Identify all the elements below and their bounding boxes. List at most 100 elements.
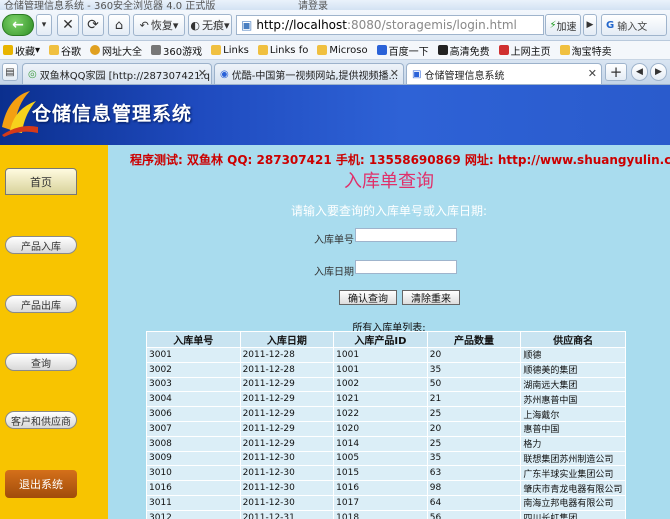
m-logo-icon (437, 45, 448, 55)
play-icon: ▶ (586, 20, 594, 30)
table-cell: 2011-12-30 (239, 494, 335, 511)
sidebar-item-query[interactable]: 查询 (5, 353, 77, 371)
bookmark-site-directory[interactable]: 网址大全 (90, 43, 142, 58)
restore-label: 恢复 (150, 19, 173, 32)
home-button[interactable]: ⌂ (108, 14, 130, 36)
bookmark-baidu[interactable]: 百度一下 (376, 43, 429, 58)
table-cell: 1002 (333, 376, 428, 393)
table-row: 3007 2011-12-29 1020 20 惠普中国 (146, 420, 626, 437)
table-cell: 3006 (146, 406, 241, 422)
table-cell: 56 (426, 509, 522, 519)
new-tab-button[interactable]: + (605, 63, 627, 81)
close-icon[interactable]: ✕ (588, 67, 597, 80)
bookmark-google[interactable]: 谷歌 (49, 43, 81, 58)
tester-info: 程序测试: 双鱼林 QQ: 287307421 手机: 13558690869 … (130, 153, 670, 167)
receipt-no-label: 入库单号 (314, 235, 354, 246)
restore-button[interactable]: ↶ 恢复 ▾ (133, 14, 185, 36)
chevron-down-icon: ▾ (224, 18, 230, 32)
plus-icon: + (609, 63, 623, 81)
column-header: 供应商名 (520, 331, 626, 348)
bookmark-taobao[interactable]: 淘宝特卖 (559, 43, 612, 58)
lightning-icon: ⚡ (549, 19, 557, 31)
table-cell: 联想集团苏州制造公司 (520, 450, 626, 467)
table-cell: 35 (426, 450, 522, 467)
table-cell: 20 (426, 420, 522, 437)
table-body: 3001 2011-12-28 1001 20 顺德 3002 2011-12-28 1001… (146, 347, 626, 519)
table-row: 3001 2011-12-28 1001 20 顺德 (146, 347, 626, 363)
table-row: 3003 2011-12-29 1002 50 湖南远大集团 (146, 376, 626, 393)
sidebar-home-tab[interactable]: 首页 (5, 168, 77, 195)
back-button[interactable]: ← (2, 14, 34, 36)
sidebar-item-label: 产品出库 (21, 300, 61, 312)
table-cell: 惠普中国 (520, 420, 626, 437)
folder-icon (559, 45, 570, 55)
table-cell: 64 (426, 494, 522, 511)
sidebar-item-stock-in[interactable]: 产品入库 (5, 236, 77, 254)
exit-system-button[interactable]: 退出系统 (5, 470, 77, 498)
sidebar-item-stock-out[interactable]: 产品出库 (5, 295, 77, 313)
receipt-date-label: 入库日期 (314, 267, 354, 278)
back-dropdown-button[interactable]: ▾ (36, 14, 52, 36)
home-icon (498, 45, 509, 55)
table-cell: 2011-12-29 (239, 435, 335, 452)
table-cell: 20 (426, 347, 522, 363)
table-row: 30122011-12-31101856四川长虹集团 (146, 509, 626, 519)
scroll-tabs-right-button[interactable]: ▶ (650, 63, 667, 81)
tab-menu-button[interactable]: ▤ (2, 63, 18, 81)
table-cell: 南海立邦电器有限公司 (520, 494, 626, 511)
stop-button[interactable]: ✕ (57, 14, 79, 36)
bookmark-links[interactable]: Links (211, 45, 249, 56)
sidebar: 首页 产品入库 产品出库 查询 客户和供应商 退出系统 (0, 145, 108, 519)
private-mode-button[interactable]: ◐ 无痕 ▾ (188, 14, 232, 36)
refresh-button[interactable]: ⟳ (82, 14, 104, 36)
table-cell: 苏州惠普中国 (520, 391, 626, 408)
bookmark-label: 高清免费 (449, 46, 490, 58)
tab-storage-system[interactable]: ▣ 仓储管理信息系统 ✕ (406, 63, 602, 84)
table-cell: 1016 (333, 480, 428, 496)
tab-strip: ▤ ◎ 双鱼林QQ家园 [http://287307421.q... ✕ ◉ 优酷-中… (0, 60, 670, 85)
tab-youku[interactable]: ◉ 优酷-中国第一视频网站,提供视频播... ✕ (214, 63, 404, 84)
receipt-no-input[interactable] (355, 228, 457, 242)
chevron-down-icon: ▾ (41, 20, 47, 30)
table-cell: 3012 (146, 509, 241, 519)
tab-qq-home[interactable]: ◎ 双鱼林QQ家园 [http://287307421.q... ✕ (22, 63, 212, 84)
table-cell: 3003 (146, 376, 241, 393)
table-cell: 63 (426, 465, 522, 482)
bookmark-links-fo[interactable]: Links fo (257, 45, 308, 56)
clear-reset-button[interactable]: 清除重来 (402, 290, 460, 305)
table-cell: 四川长虹集团 (520, 509, 626, 519)
table-cell: 2011-12-29 (239, 391, 335, 408)
search-box[interactable]: G 输入文 (601, 14, 667, 36)
address-bar[interactable]: ▣ http://localhost:8080/storagemis/login… (236, 15, 544, 35)
receipt-date-input[interactable] (355, 260, 457, 274)
confirm-query-button[interactable]: 确认查询 (339, 290, 397, 305)
bookmark-microsoft[interactable]: Microso (317, 45, 368, 56)
table-cell: 2011-12-30 (239, 480, 335, 496)
table-cell: 广东半球实业集团公司 (520, 465, 626, 482)
table-cell: 3001 (146, 347, 241, 363)
table-cell: 1001 (333, 347, 428, 363)
chevron-left-icon: ◀ (636, 67, 643, 77)
bookmark-label: 网址大全 (102, 46, 143, 58)
tab-label: 优酷-中国第一视频网站,提供视频播... (231, 70, 399, 82)
close-icon[interactable]: ✕ (390, 67, 399, 80)
sidebar-item-customers-suppliers[interactable]: 客户和供应商 (5, 411, 77, 429)
scroll-tabs-left-button[interactable]: ◀ (631, 63, 648, 81)
table-cell: 2011-12-28 (239, 347, 335, 363)
accelerate-button[interactable]: ⚡ 加速 (545, 14, 581, 36)
globe-icon (90, 45, 101, 55)
table-row: 3004 2011-12-29 1021 21 苏州惠普中国 (146, 391, 626, 408)
bookmark-hd-free[interactable]: 高清免费 (437, 43, 490, 58)
close-icon[interactable]: ✕ (198, 67, 207, 80)
table-cell: 2011-12-30 (239, 465, 335, 482)
go-button[interactable]: ▶ (583, 14, 597, 36)
sidebar-home-label: 首页 (30, 175, 52, 189)
bookmark-favorites[interactable]: 收藏 ▾ (3, 43, 40, 58)
bookmark-homepage[interactable]: 上网主页 (498, 43, 551, 58)
table-header-row: 入库单号 入库日期 入库产品ID 产品数量 供应商名 (146, 331, 626, 348)
bookmark-360-games[interactable]: 360游戏 (151, 43, 202, 58)
table-cell: 1020 (333, 420, 428, 437)
table-cell: 21 (426, 391, 522, 408)
login-link[interactable]: 请登录 (298, 0, 328, 10)
table-cell: 2011-12-31 (239, 509, 335, 519)
